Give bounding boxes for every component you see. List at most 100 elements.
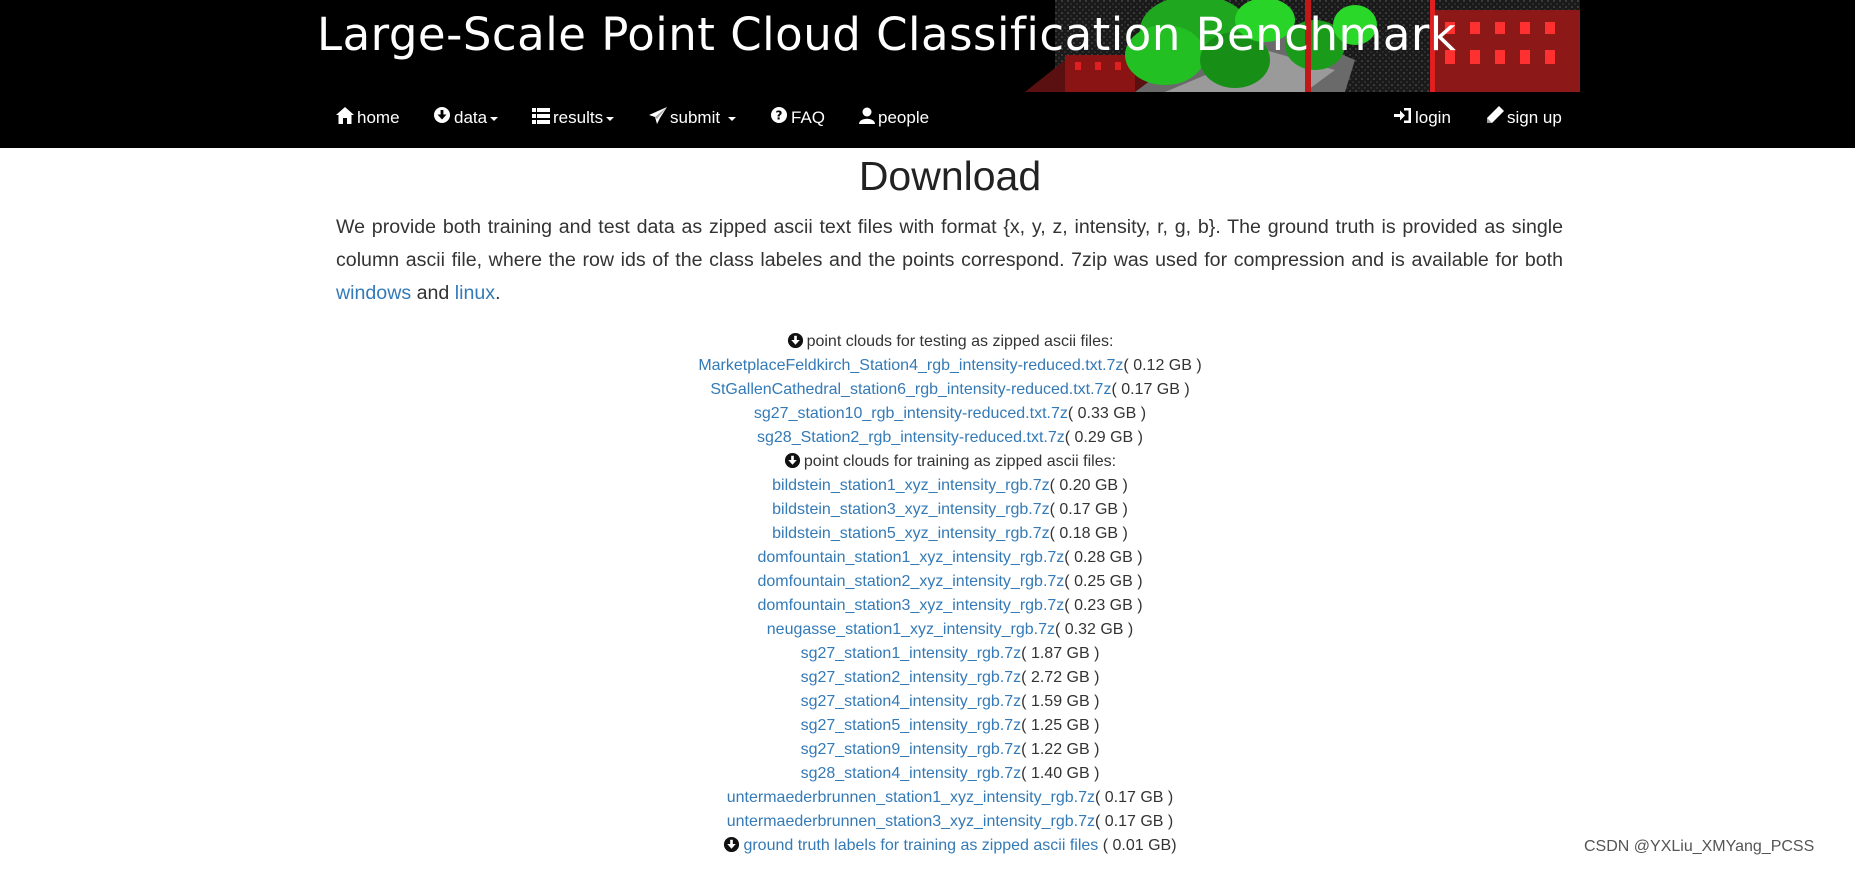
chevron-down-icon <box>727 116 736 121</box>
list-item: sg27_station4_intensity_rgb.7z( 1.59 GB … <box>0 690 1855 714</box>
list-item: MarketplaceFeldkirch_Station4_rgb_intens… <box>0 354 1855 378</box>
list-item: untermaederbrunnen_station1_xyz_intensit… <box>0 786 1855 810</box>
nav-login-label: login <box>1415 108 1451 127</box>
list-item: sg27_station9_intensity_rgb.7z( 1.22 GB … <box>0 738 1855 762</box>
file-size: ( 1.22 GB ) <box>1021 741 1100 758</box>
nav-data-label: data <box>454 108 488 127</box>
list-item: domfountain_station2_xyz_intensity_rgb.7… <box>0 570 1855 594</box>
file-link[interactable]: sg27_station9_intensity_rgb.7z <box>801 741 1022 758</box>
intro-paragraph: We provide both training and test data a… <box>336 211 1563 310</box>
file-link[interactable]: neugasse_station1_xyz_intensity_rgb.7z <box>767 621 1055 638</box>
list-item: sg27_station10_rgb_intensity-reduced.txt… <box>0 402 1855 426</box>
download-list: point clouds for testing as zipped ascii… <box>0 330 1855 858</box>
site-header: Large-Scale Point Cloud Classification B… <box>0 0 1855 148</box>
nav-sign-up[interactable]: sign up <box>1486 92 1562 148</box>
intro-text-end: . <box>495 282 501 304</box>
list-item: sg28_Station2_rgb_intensity-reduced.txt.… <box>0 426 1855 450</box>
nav-results[interactable]: results <box>532 92 615 148</box>
testing-heading: point clouds for testing as zipped ascii… <box>0 330 1855 354</box>
file-size: ( 0.12 GB ) <box>1123 357 1202 374</box>
nav-people[interactable]: people <box>859 92 929 148</box>
file-link[interactable]: sg27_station5_intensity_rgb.7z <box>801 717 1022 734</box>
list-item: domfountain_station3_xyz_intensity_rgb.7… <box>0 594 1855 618</box>
main-navigation: home data results submit ? FAQ people lo… <box>0 92 1855 148</box>
nav-home-label: home <box>357 108 400 127</box>
file-size: ( 0.25 GB ) <box>1064 573 1143 590</box>
list-icon <box>532 93 550 145</box>
nav-faq-label: FAQ <box>791 108 826 127</box>
file-size: ( 0.32 GB ) <box>1054 621 1134 638</box>
file-link[interactable]: sg27_station1_intensity_rgb.7z <box>801 645 1022 662</box>
nav-data[interactable]: data <box>433 92 499 148</box>
file-link[interactable]: bildstein_station1_xyz_intensity_rgb.7z <box>772 477 1050 494</box>
file-size: ( 1.40 GB ) <box>1021 765 1100 782</box>
file-size: ( 0.17 GB ) <box>1049 501 1128 518</box>
list-item: bildstein_station3_xyz_intensity_rgb.7z(… <box>0 498 1855 522</box>
nav-submit[interactable]: submit <box>649 92 736 148</box>
file-link[interactable]: untermaederbrunnen_station1_xyz_intensit… <box>727 789 1095 806</box>
nav-login[interactable]: login <box>1394 92 1451 148</box>
file-link[interactable]: sg28_Station2_rgb_intensity-reduced.txt.… <box>757 429 1065 446</box>
file-link[interactable]: untermaederbrunnen_station3_xyz_intensit… <box>727 813 1095 830</box>
file-link[interactable]: domfountain_station3_xyz_intensity_rgb.7… <box>757 597 1064 614</box>
user-icon <box>859 93 875 145</box>
file-size: ( 0.17 GB ) <box>1111 381 1190 398</box>
nav-sign-up-label: sign up <box>1507 108 1562 127</box>
file-link[interactable]: MarketplaceFeldkirch_Station4_rgb_intens… <box>698 357 1123 374</box>
site-title: Large-Scale Point Cloud Classification B… <box>317 8 1457 61</box>
file-size: ( 0.23 GB ) <box>1064 597 1143 614</box>
intro-text-and: and <box>411 282 455 304</box>
file-link[interactable]: sg27_station2_intensity_rgb.7z <box>801 669 1022 686</box>
file-link[interactable]: bildstein_station5_xyz_intensity_rgb.7z <box>772 525 1050 542</box>
file-size: ( 0.20 GB ) <box>1049 477 1128 494</box>
training-heading: point clouds for training as zipped asci… <box>0 450 1855 474</box>
file-size: ( 0.33 GB ) <box>1067 405 1147 422</box>
home-icon <box>336 93 354 145</box>
file-link[interactable]: sg28_station4_intensity_rgb.7z <box>801 765 1022 782</box>
list-item: sg27_station1_intensity_rgb.7z( 1.87 GB … <box>0 642 1855 666</box>
intro-text: We provide both training and test data a… <box>336 216 1563 271</box>
chevron-down-icon <box>606 116 615 121</box>
page-title: Download <box>858 153 1042 199</box>
ground-truth-link[interactable]: ground truth labels for training as zipp… <box>743 837 1098 854</box>
download-circle-icon <box>433 93 451 145</box>
nav-home[interactable]: home <box>336 92 400 148</box>
list-item: bildstein_station5_xyz_intensity_rgb.7z(… <box>0 522 1855 546</box>
nav-results-label: results <box>553 108 604 127</box>
file-link[interactable]: bildstein_station3_xyz_intensity_rgb.7z <box>772 501 1050 518</box>
question-circle-icon: ? <box>770 93 788 145</box>
nav-faq[interactable]: ? FAQ <box>770 92 825 148</box>
list-item: sg28_station4_intensity_rgb.7z( 1.40 GB … <box>0 762 1855 786</box>
file-size: ( 0.18 GB ) <box>1049 525 1128 542</box>
file-size: ( 1.25 GB ) <box>1021 717 1100 734</box>
file-link[interactable]: sg27_station4_intensity_rgb.7z <box>801 693 1022 710</box>
pencil-icon <box>1486 93 1504 145</box>
svg-text:?: ? <box>776 108 783 122</box>
file-size: ( 0.17 GB ) <box>1094 813 1174 830</box>
file-link[interactable]: domfountain_station2_xyz_intensity_rgb.7… <box>757 573 1064 590</box>
chevron-down-icon <box>490 116 499 121</box>
file-size: ( 0.29 GB ) <box>1064 429 1143 446</box>
testing-heading-label: point clouds for testing as zipped ascii… <box>806 333 1114 350</box>
file-size: ( 0.01 GB) <box>1102 837 1177 854</box>
windows-link[interactable]: windows <box>336 282 411 304</box>
file-link[interactable]: domfountain_station1_xyz_intensity_rgb.7… <box>757 549 1064 566</box>
file-link[interactable]: StGallenCathedral_station6_rgb_intensity… <box>710 381 1111 398</box>
list-item: domfountain_station1_xyz_intensity_rgb.7… <box>0 546 1855 570</box>
list-item: bildstein_station1_xyz_intensity_rgb.7z(… <box>0 474 1855 498</box>
banner: Large-Scale Point Cloud Classification B… <box>305 0 1580 92</box>
file-link[interactable]: sg27_station10_rgb_intensity-reduced.txt… <box>754 405 1068 422</box>
nav-submit-label: submit <box>670 108 725 127</box>
file-size: ( 0.17 GB ) <box>1094 789 1174 806</box>
send-icon <box>649 93 667 145</box>
ground-truth-item: ground truth labels for training as zipp… <box>0 834 1855 858</box>
nav-people-label: people <box>878 108 930 127</box>
download-circle-icon <box>723 836 740 861</box>
linux-link[interactable]: linux <box>455 282 495 304</box>
file-size: ( 1.59 GB ) <box>1021 693 1100 710</box>
list-item: untermaederbrunnen_station3_xyz_intensit… <box>0 810 1855 834</box>
file-size: ( 2.72 GB ) <box>1021 669 1100 686</box>
file-size: ( 0.28 GB ) <box>1064 549 1143 566</box>
list-item: sg27_station2_intensity_rgb.7z( 2.72 GB … <box>0 666 1855 690</box>
list-item: sg27_station5_intensity_rgb.7z( 1.25 GB … <box>0 714 1855 738</box>
